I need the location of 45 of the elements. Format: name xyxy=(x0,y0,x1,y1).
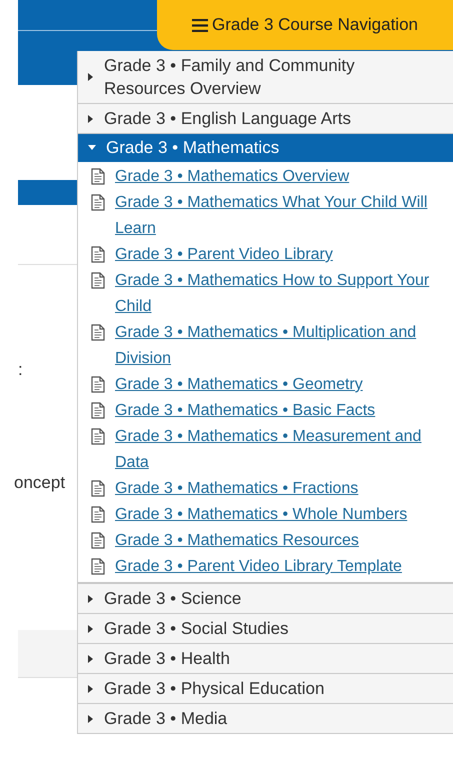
section-item[interactable]: Grade 3 • Mathematics xyxy=(78,134,453,162)
document-icon xyxy=(91,402,105,419)
page-link[interactable]: Grade 3 • Mathematics • Fractions xyxy=(115,476,358,502)
caret-right-icon xyxy=(88,594,94,602)
page-link[interactable]: Grade 3 • Mathematics • Basic Facts xyxy=(115,398,376,424)
document-icon xyxy=(91,480,105,497)
document-icon xyxy=(91,194,105,211)
document-icon xyxy=(91,246,105,263)
page-text: : xyxy=(18,359,23,381)
document-icon xyxy=(91,168,105,185)
section-item[interactable]: Grade 3 • Health xyxy=(78,644,453,674)
section-item[interactable]: Grade 3 • Media xyxy=(78,704,453,734)
page-link[interactable]: Grade 3 • Mathematics • Measurement and Data xyxy=(115,424,441,476)
document-icon xyxy=(91,324,105,341)
document-icon xyxy=(91,558,105,575)
document-icon xyxy=(91,272,105,289)
page-link[interactable]: Grade 3 • Mathematics • Geometry xyxy=(115,372,363,398)
menu-icon xyxy=(192,18,208,32)
document-icon xyxy=(91,428,105,445)
page-link[interactable]: Grade 3 • Mathematics • Whole Numbers xyxy=(115,502,408,528)
page-link[interactable]: Grade 3 • Parent Video Library Template xyxy=(115,554,402,580)
course-navigation-button[interactable]: Grade 3 Course Navigation xyxy=(157,0,453,50)
section-item[interactable]: Grade 3 • Physical Education xyxy=(78,674,453,704)
caret-right-icon xyxy=(88,114,94,122)
page-link[interactable]: Grade 3 • Parent Video Library xyxy=(115,242,333,268)
document-icon xyxy=(91,376,105,393)
page-link[interactable]: Grade 3 • Mathematics • Multiplication and Division xyxy=(115,320,441,372)
caret-right-icon xyxy=(88,73,94,81)
caret-down-icon xyxy=(88,145,96,151)
page-banner xyxy=(18,180,78,205)
caret-right-icon xyxy=(88,654,94,662)
page-text: oncept xyxy=(14,472,66,494)
page-link[interactable]: Grade 3 • Mathematics Resources xyxy=(115,528,359,554)
caret-right-icon xyxy=(88,714,94,722)
page-link[interactable]: Grade 3 • Mathematics Overview xyxy=(115,164,350,190)
page-link[interactable]: Grade 3 • Mathematics How to Support Your Child xyxy=(115,268,441,320)
section-item[interactable]: Grade 3 • Social Studies xyxy=(78,614,453,644)
section-item[interactable]: Grade 3 • Science xyxy=(78,584,453,614)
caret-right-icon xyxy=(88,684,94,692)
section-item[interactable]: Grade 3 • English Language Arts xyxy=(78,104,453,134)
section-item[interactable]: Grade 3 • Family and Community Resources Overview xyxy=(78,51,453,104)
page-link[interactable]: Grade 3 • Mathematics What Your Child Will Learn xyxy=(115,190,441,242)
caret-right-icon xyxy=(88,624,94,632)
document-icon xyxy=(91,532,105,549)
document-icon xyxy=(91,506,105,523)
